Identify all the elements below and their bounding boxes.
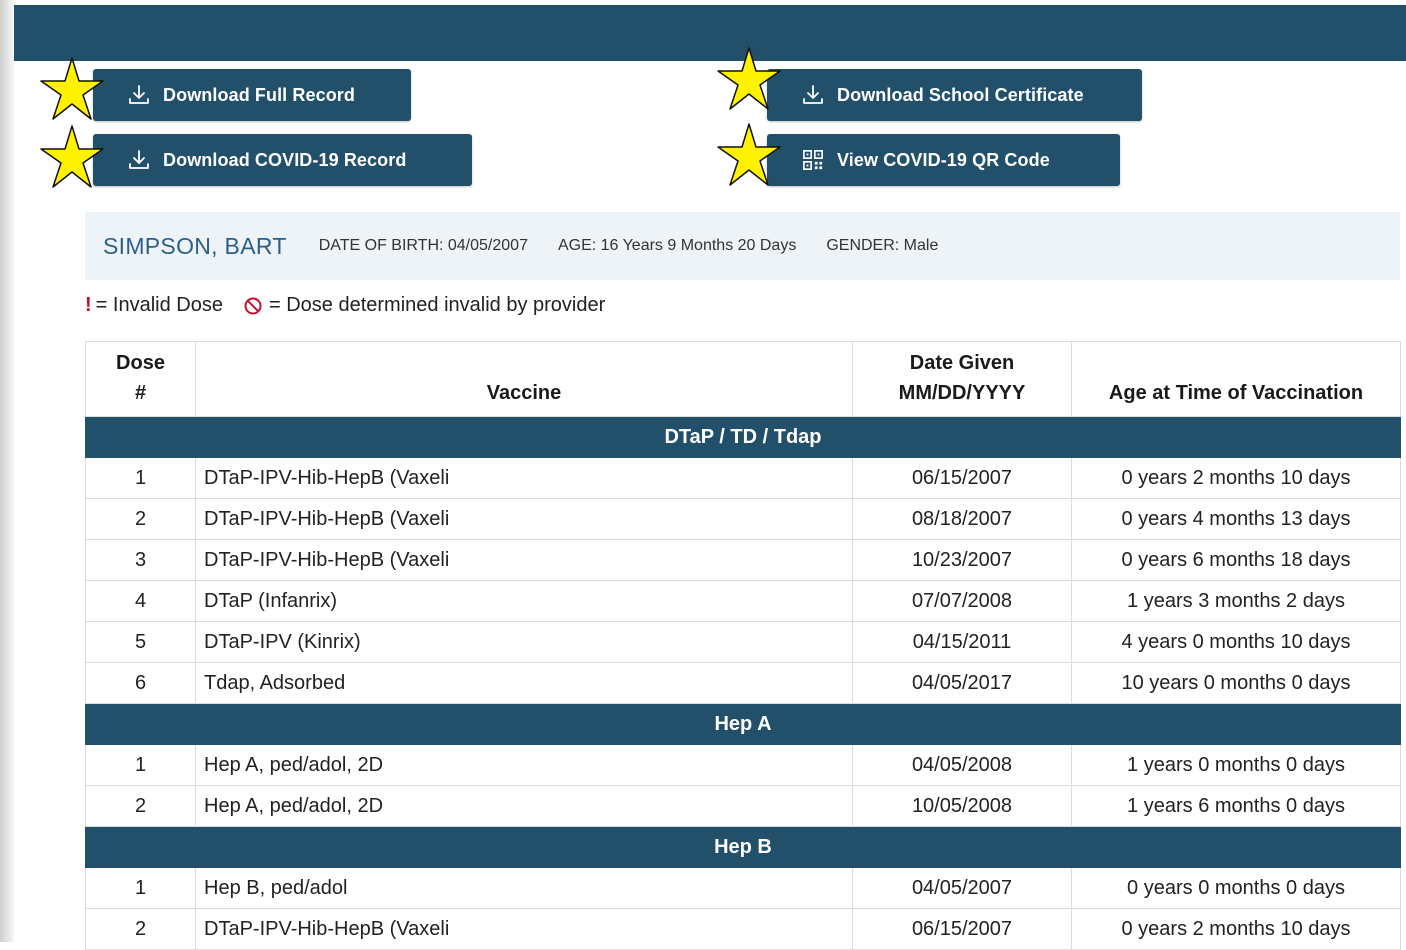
- table-row: 4 DTaP (Infanrix) 07/07/2008 1 years 3 mont…: [85, 580, 1401, 622]
- table-row: 1 Hep B, ped/adol 04/05/2007 0 years 0 mont…: [85, 867, 1401, 909]
- download-school-certificate-label: Download School Certificate: [837, 84, 1084, 105]
- vaccine-column-header: Vaccine: [195, 341, 853, 417]
- invalid-dose-symbol: !: [85, 294, 92, 316]
- group-row-hep-a: Hep A: [85, 703, 1401, 745]
- no-entry-icon: [243, 296, 263, 316]
- table-row: 3 DTaP-IPV-Hib-HepB (Vaxeli 10/23/2007 0 ye…: [85, 539, 1401, 581]
- patient-gender: GENDER: Male: [826, 237, 939, 254]
- view-covid-qr-code-button[interactable]: View COVID-19 QR Code: [767, 134, 1120, 186]
- header-bar: [14, 5, 1406, 61]
- star-icon: [40, 125, 104, 188]
- download-covid-record-button[interactable]: Download COVID-19 Record: [93, 134, 472, 186]
- download-icon: [801, 84, 827, 106]
- download-full-record-label: Download Full Record: [163, 84, 356, 105]
- download-icon: [127, 149, 153, 171]
- patient-age: AGE: 16 Years 9 Months 20 Days: [557, 237, 797, 254]
- patient-name: SIMPSON, BART: [103, 232, 287, 259]
- table-row: 6 Tdap, Adsorbed 04/05/2017 10 years 0 mont…: [85, 662, 1401, 704]
- patient-dob: DATE OF BIRTH: 04/05/2007: [318, 237, 528, 254]
- window-edge: [0, 0, 14, 942]
- star-icon: [40, 57, 104, 120]
- table-row: 2 DTaP-IPV-Hib-HepB (Vaxeli 08/18/2007 0 ye…: [85, 498, 1401, 540]
- vaccination-table: Dose # Vaccine Date Given MM/DD/YYYY Age a…: [85, 341, 1401, 950]
- invalid-dose-text: = Invalid Dose: [95, 294, 223, 316]
- table-row: 2 DTaP-IPV-Hib-HepB (Vaxeli 06/15/2007 0 ye…: [85, 908, 1401, 950]
- table-row: 2 Hep A, ped/adol, 2D 10/05/2008 1 years 6 …: [85, 785, 1401, 827]
- star-icon: [717, 47, 781, 110]
- download-icon: [127, 84, 153, 106]
- star-icon: [717, 123, 781, 186]
- qr-code-icon: [801, 149, 827, 171]
- table-header-row: Dose # Vaccine Date Given MM/DD/YYYY Age a…: [85, 341, 1401, 417]
- patient-info-bar: SIMPSON, BART DATE OF BIRTH: 04/05/2007 …: [85, 212, 1400, 280]
- download-covid-record-label: Download COVID-19 Record: [163, 149, 407, 170]
- table-row: 1 Hep A, ped/adol, 2D 04/05/2008 1 years 0 …: [85, 744, 1401, 786]
- dose-legend: ! = Invalid Dose = Dose determined inval…: [85, 294, 605, 317]
- table-row: 1 DTaP-IPV-Hib-HepB (Vaxeli 06/15/2007 0 ye…: [85, 457, 1401, 499]
- view-covid-qr-code-label: View COVID-19 QR Code: [837, 149, 1050, 170]
- group-row-dtap: DTaP / TD / Tdap: [85, 416, 1401, 458]
- group-row-hep-b: Hep B: [85, 826, 1401, 868]
- provider-invalid-text: = Dose determined invalid by provider: [268, 294, 606, 316]
- age-column-header: Age at Time of Vaccination: [1071, 341, 1401, 417]
- download-full-record-button[interactable]: Download Full Record: [93, 69, 411, 121]
- download-school-certificate-button[interactable]: Download School Certificate: [767, 69, 1142, 121]
- table-row: 5 DTaP-IPV (Kinrix) 04/15/2011 4 years 0 mo…: [85, 621, 1401, 663]
- date-column-header: Date Given MM/DD/YYYY: [852, 341, 1072, 417]
- dose-column-header: Dose #: [85, 341, 196, 417]
